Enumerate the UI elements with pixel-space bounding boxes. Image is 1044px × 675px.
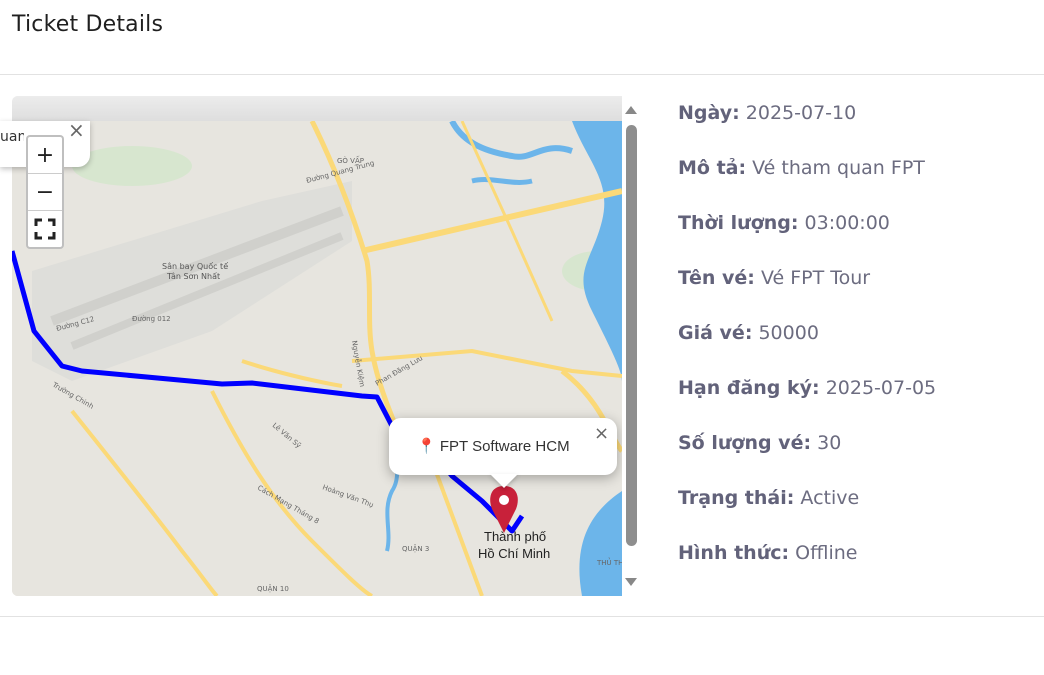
map-canvas[interactable]: Sân bay Quốc tế Tân Sơn Nhất Thành phố H… bbox=[12, 121, 622, 596]
scroll-down-arrow-icon[interactable] bbox=[625, 578, 637, 586]
detail-row-duration: Thời lượng: 03:00:00 bbox=[678, 210, 1028, 265]
detail-row-description: Mô tả: Vé tham quan FPT bbox=[678, 155, 1028, 210]
map-label-airport-1: Sân bay Quốc tế bbox=[162, 261, 228, 271]
detail-row-status: Trạng thái: Active bbox=[678, 485, 1028, 540]
detail-value: 2025-07-10 bbox=[745, 102, 857, 124]
map-popup-partial-text: uan bbox=[0, 129, 24, 145]
detail-value: Vé tham quan FPT bbox=[752, 157, 925, 179]
map-label-quan10: QUẬN 10 bbox=[257, 584, 289, 593]
detail-row-format: Hình thức: Offline bbox=[678, 540, 1028, 595]
map-label-city-2: Hồ Chí Minh bbox=[478, 546, 550, 561]
detail-row-price: Giá vé: 50000 bbox=[678, 320, 1028, 375]
map-label-city-1: Thành phố bbox=[484, 529, 546, 544]
map-scrollbar[interactable] bbox=[622, 96, 640, 596]
detail-label: Thời lượng: bbox=[678, 212, 799, 234]
detail-value: 2025-07-05 bbox=[825, 377, 937, 399]
detail-label: Hình thức: bbox=[678, 542, 790, 564]
detail-value: Offline bbox=[795, 542, 858, 564]
detail-value: 03:00:00 bbox=[804, 212, 890, 234]
detail-label: Mô tả: bbox=[678, 157, 747, 179]
detail-row-deadline: Hạn đăng ký: 2025-07-05 bbox=[678, 375, 1028, 430]
detail-row-date: Ngày: 2025-07-10 bbox=[678, 100, 1028, 155]
map-label-airport-2: Tân Sơn Nhất bbox=[166, 271, 220, 281]
zoom-out-button[interactable]: − bbox=[28, 174, 62, 211]
zoom-in-button[interactable]: + bbox=[28, 137, 62, 174]
popup-location-text: 📍 FPT Software HCM bbox=[417, 438, 570, 455]
map-label-012: Đường 012 bbox=[132, 315, 171, 323]
map-canal-2 bbox=[471, 177, 533, 185]
popup-tip bbox=[490, 474, 518, 488]
detail-label: Số lượng vé: bbox=[678, 432, 812, 454]
map-container[interactable]: Sân bay Quốc tế Tân Sơn Nhất Thành phố H… bbox=[12, 96, 622, 596]
map-zoom-control: + − bbox=[26, 135, 64, 249]
detail-label: Tên vé: bbox=[678, 267, 755, 289]
map-park-1 bbox=[72, 146, 192, 186]
scrollbar-thumb[interactable] bbox=[626, 125, 637, 546]
detail-label: Giá vé: bbox=[678, 322, 753, 344]
map-svg[interactable]: Sân bay Quốc tế Tân Sơn Nhất Thành phố H… bbox=[12, 121, 622, 596]
detail-row-quantity: Số lượng vé: 30 bbox=[678, 430, 1028, 485]
detail-value: Active bbox=[800, 487, 860, 509]
fullscreen-icon bbox=[34, 218, 56, 240]
map-top-strip bbox=[12, 96, 622, 121]
map-marker-popup: 📍 FPT Software HCM × bbox=[389, 418, 617, 475]
map-label-thuthiem: THỦ TH bbox=[596, 557, 622, 567]
page-title: Ticket Details bbox=[12, 12, 164, 37]
detail-row-ticket-name: Tên vé: Vé FPT Tour bbox=[678, 265, 1028, 320]
detail-value: Vé FPT Tour bbox=[760, 267, 871, 289]
detail-label: Ngày: bbox=[678, 102, 740, 124]
ticket-details-list: Ngày: 2025-07-10 Mô tả: Vé tham quan FPT… bbox=[678, 100, 1028, 595]
popup-close-icon[interactable]: × bbox=[68, 118, 85, 142]
detail-label: Hạn đăng ký: bbox=[678, 377, 820, 399]
detail-value: 30 bbox=[817, 432, 842, 454]
detail-value: 50000 bbox=[758, 322, 819, 344]
map-label-quan3: QUẬN 3 bbox=[402, 544, 429, 553]
detail-label: Trạng thái: bbox=[678, 487, 795, 509]
fullscreen-button[interactable] bbox=[28, 211, 62, 247]
footer-divider bbox=[0, 616, 1044, 617]
popup-close-icon[interactable]: × bbox=[594, 423, 609, 444]
page-header: Ticket Details bbox=[0, 0, 1044, 75]
scroll-up-arrow-icon[interactable] bbox=[625, 106, 637, 114]
